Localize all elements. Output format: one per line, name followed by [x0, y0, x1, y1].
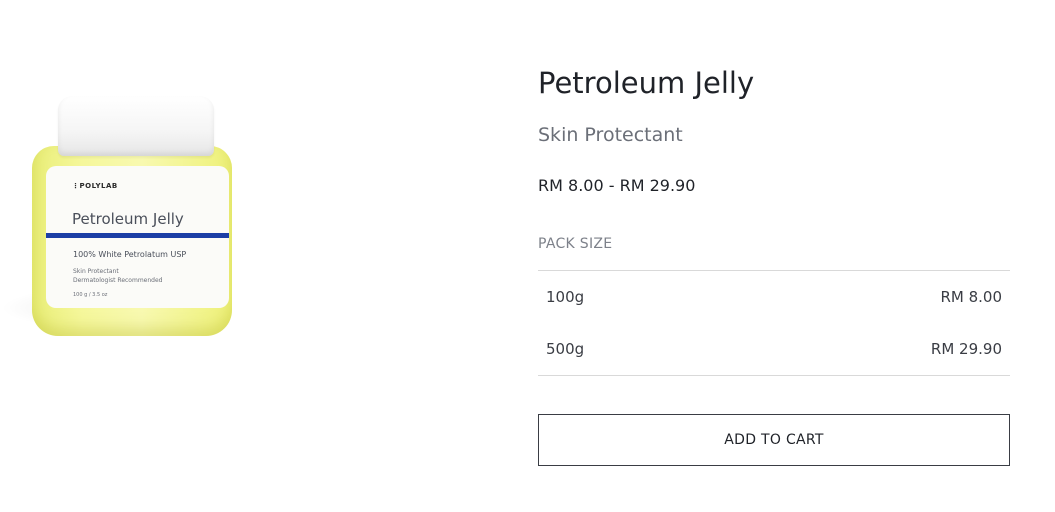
pack-option-500g[interactable]: 500g RM 29.90: [538, 323, 1010, 375]
product-subtitle: Skin Protectant: [538, 124, 683, 146]
jar-label-line: 100 g / 3.5 oz: [73, 292, 108, 298]
jar-label-line: Skin Protectant: [73, 268, 119, 275]
jar-lid: [58, 96, 214, 156]
jar-label-subtitle: 100% White Petrolatum USP: [73, 250, 187, 259]
pack-size-options: 100g RM 8.00 500g RM 29.90: [538, 270, 1010, 376]
pack-size-label: PACK SIZE: [538, 236, 613, 252]
jar-label-line: Dermatologist Recommended: [73, 277, 163, 284]
pack-option-100g[interactable]: 100g RM 8.00: [538, 271, 1010, 323]
jar-brand-logo: ⋮POLYLAB: [72, 182, 118, 190]
pack-option-price: RM 8.00: [940, 288, 1002, 306]
product-title: Petroleum Jelly: [538, 66, 755, 100]
pack-option-size: 500g: [546, 340, 585, 358]
jar-label-stripe: [46, 233, 229, 238]
price-range: RM 8.00 - RM 29.90: [538, 176, 696, 195]
pack-option-price: RM 29.90: [930, 340, 1002, 358]
add-to-cart-button[interactable]: ADD TO CART: [538, 414, 1010, 466]
jar-label-title: Petroleum Jelly: [72, 210, 184, 228]
pack-option-size: 100g: [546, 288, 585, 306]
product-page: ⋮POLYLAB Petroleum Jelly 100% White Petr…: [0, 0, 1055, 512]
jar-brand-text: POLYLAB: [79, 182, 118, 190]
